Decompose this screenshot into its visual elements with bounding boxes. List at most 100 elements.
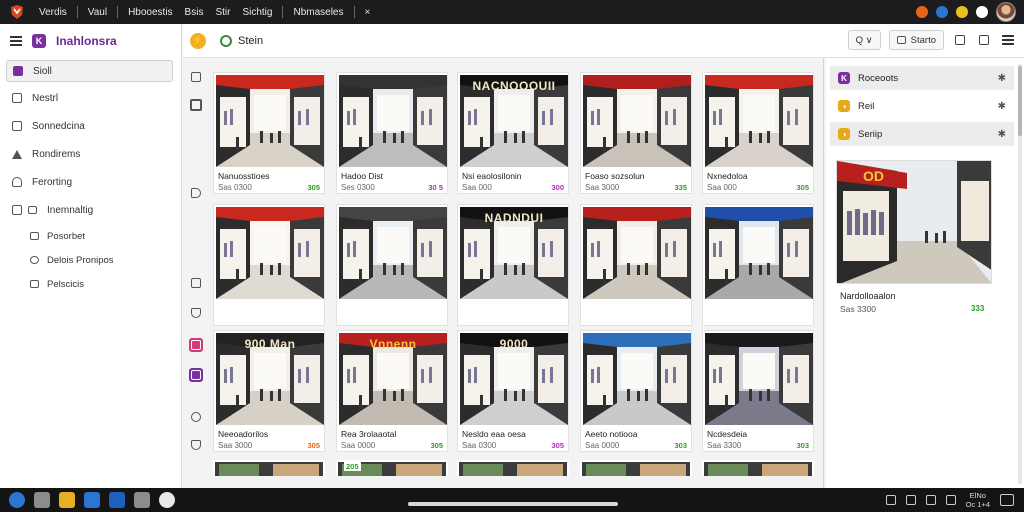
grid-view-button[interactable] — [952, 32, 968, 48]
product-card[interactable] — [580, 204, 692, 326]
menu-label: Verdis — [39, 6, 67, 18]
sidebar-item-2[interactable]: Sonnedcina — [0, 112, 181, 140]
scrollbar-thumb[interactable] — [1018, 66, 1022, 136]
box-icon — [28, 206, 37, 214]
sidebar-item-label: Sonnedcina — [32, 120, 85, 132]
sidebar-subitem-0[interactable]: Posorbet — [0, 224, 181, 248]
sidebar-item-0[interactable]: Sioll — [6, 60, 173, 82]
app-logo-icon — [11, 5, 23, 19]
filter-button[interactable]: Starto — [888, 30, 944, 50]
close-tab-button[interactable]: × — [359, 0, 377, 24]
sidebar-subitem-2[interactable]: Pelscicis — [0, 272, 181, 296]
menu-item-4[interactable]: Stir — [209, 0, 236, 24]
browser-icon[interactable] — [84, 492, 100, 508]
volume-icon[interactable] — [905, 495, 916, 505]
search-icon[interactable] — [34, 492, 50, 508]
product-card[interactable] — [702, 204, 814, 326]
camera-tool[interactable] — [189, 70, 203, 84]
app-tool-pink[interactable] — [189, 338, 203, 352]
pin-icon[interactable]: ✱ — [998, 101, 1006, 112]
start-icon[interactable] — [9, 492, 25, 508]
product-image: Vnnenn — [339, 333, 447, 425]
title-bar: Verdis Vaul Hbooestis Bsis Stir Sichtig … — [0, 0, 1024, 24]
preview-name: Nardolloaalon — [840, 291, 896, 301]
help-icon[interactable] — [936, 6, 948, 18]
warning-icon — [12, 149, 22, 159]
product-image: 900 Man — [216, 333, 324, 425]
pin-icon[interactable]: ✱ — [998, 129, 1006, 140]
product-card[interactable]: Vnnenn Rea 3rolaaotal Saa 0000 305 — [336, 330, 448, 452]
sidebar-item-1[interactable]: Nestrl — [0, 84, 181, 112]
menu-item-0[interactable]: Verdis — [33, 0, 73, 24]
menu-item-6[interactable]: Nbmaseles — [287, 0, 349, 24]
tag-tool[interactable] — [189, 186, 203, 200]
rpanel-item-0[interactable]: K Roceoots ✱ — [830, 66, 1014, 90]
wifi-icon[interactable] — [945, 495, 956, 505]
product-image — [705, 333, 813, 425]
product-card-partial[interactable]: 205 — [336, 460, 448, 476]
product-card-partial[interactable] — [580, 460, 692, 476]
product-card[interactable]: Foaso sozsolun Saa 3000 335 — [580, 72, 692, 194]
product-badge: 300 — [551, 183, 564, 192]
product-card[interactable]: 9000 Nesldo eaa oesa Saa 0300 305 — [457, 330, 569, 452]
grid-icon — [955, 35, 965, 45]
rpanel-item-1[interactable]: ◑ Reil ✱ — [830, 94, 1014, 118]
battery-icon[interactable] — [925, 495, 936, 505]
network-icon[interactable] — [885, 495, 896, 505]
notification-icon[interactable] — [916, 6, 928, 18]
filter-button-label: Starto — [910, 34, 936, 46]
product-card-partial[interactable] — [702, 460, 814, 476]
tool-column — [183, 58, 211, 488]
product-card[interactable]: Hadoo Dist Ses 0300 30 5 — [336, 72, 448, 194]
refresh-tool[interactable] — [189, 410, 203, 424]
lightning-icon[interactable]: ⚡ — [190, 32, 206, 49]
product-card[interactable]: NACNOOOUII Nsi eaolosilonin Saa 000 300 — [457, 72, 569, 194]
menu-item-3[interactable]: Bsis — [179, 0, 210, 24]
menu-item-1[interactable]: Vaul — [82, 0, 113, 24]
product-card[interactable]: NADNDUI — [457, 204, 569, 326]
store-icon[interactable] — [109, 492, 125, 508]
clock[interactable]: ElNo Oc 1+4 — [966, 491, 990, 509]
list-view-button[interactable] — [976, 32, 992, 48]
sidebar-subitem-1[interactable]: Delois Pronipos — [0, 248, 181, 272]
settings-icon — [12, 205, 22, 215]
alert-icon[interactable] — [956, 6, 968, 18]
product-card[interactable] — [336, 204, 448, 326]
notification-center-icon[interactable] — [1000, 494, 1014, 506]
product-card[interactable]: Nxnedoloa Saa 000 305 — [702, 72, 814, 194]
product-card[interactable] — [213, 204, 325, 326]
hamburger-menu-icon[interactable] — [10, 36, 22, 46]
pin-icon[interactable]: ✱ — [998, 73, 1006, 84]
product-card-partial[interactable] — [457, 460, 569, 476]
product-card-partial[interactable] — [213, 460, 325, 476]
menu-button[interactable] — [1000, 32, 1016, 48]
select-tool[interactable] — [189, 98, 203, 112]
heart-tool[interactable] — [189, 438, 203, 452]
product-card[interactable]: Nanuosstioes Sas 0300 305 — [213, 72, 325, 194]
app-tool-purple[interactable] — [189, 368, 203, 382]
product-name: Nxnedoloa — [707, 171, 748, 181]
product-card[interactable]: 900 Man Neeoadorilos Saa 3000 305 — [213, 330, 325, 452]
shield-icon — [191, 308, 201, 318]
product-card[interactable]: Ncdesdeia Saa 3300 303 — [702, 330, 814, 452]
document-icon — [12, 121, 22, 131]
bell-icon[interactable] — [976, 6, 988, 18]
home-indicator[interactable] — [408, 502, 618, 506]
folder-icon[interactable] — [59, 492, 75, 508]
shield-tool[interactable] — [189, 306, 203, 320]
sidebar-item-3[interactable]: Rondirems — [0, 140, 181, 168]
avatar[interactable] — [996, 2, 1016, 22]
menu-item-2[interactable]: Hbooestis — [122, 0, 178, 24]
rpanel-item-2[interactable]: ◑ Seriip ✱ — [830, 122, 1014, 146]
chat-icon[interactable] — [159, 492, 175, 508]
sidebar-item-4[interactable]: Ferorting — [0, 168, 181, 196]
sidebar-subitem-label: Delois Pronipos — [47, 254, 114, 266]
tools-icon[interactable] — [134, 492, 150, 508]
preview-image[interactable]: OD — [836, 160, 992, 284]
sidebar-item-5[interactable]: Inemnaltig — [0, 196, 181, 224]
product-card[interactable]: Aeeto notiooa Saa 0000 303 — [580, 330, 692, 452]
menu-item-5[interactable]: Sichtig — [236, 0, 278, 24]
search-button[interactable]: Q ∨ — [847, 30, 881, 50]
product-name: Aeeto notiooa — [585, 429, 638, 439]
box-tool[interactable] — [189, 276, 203, 290]
